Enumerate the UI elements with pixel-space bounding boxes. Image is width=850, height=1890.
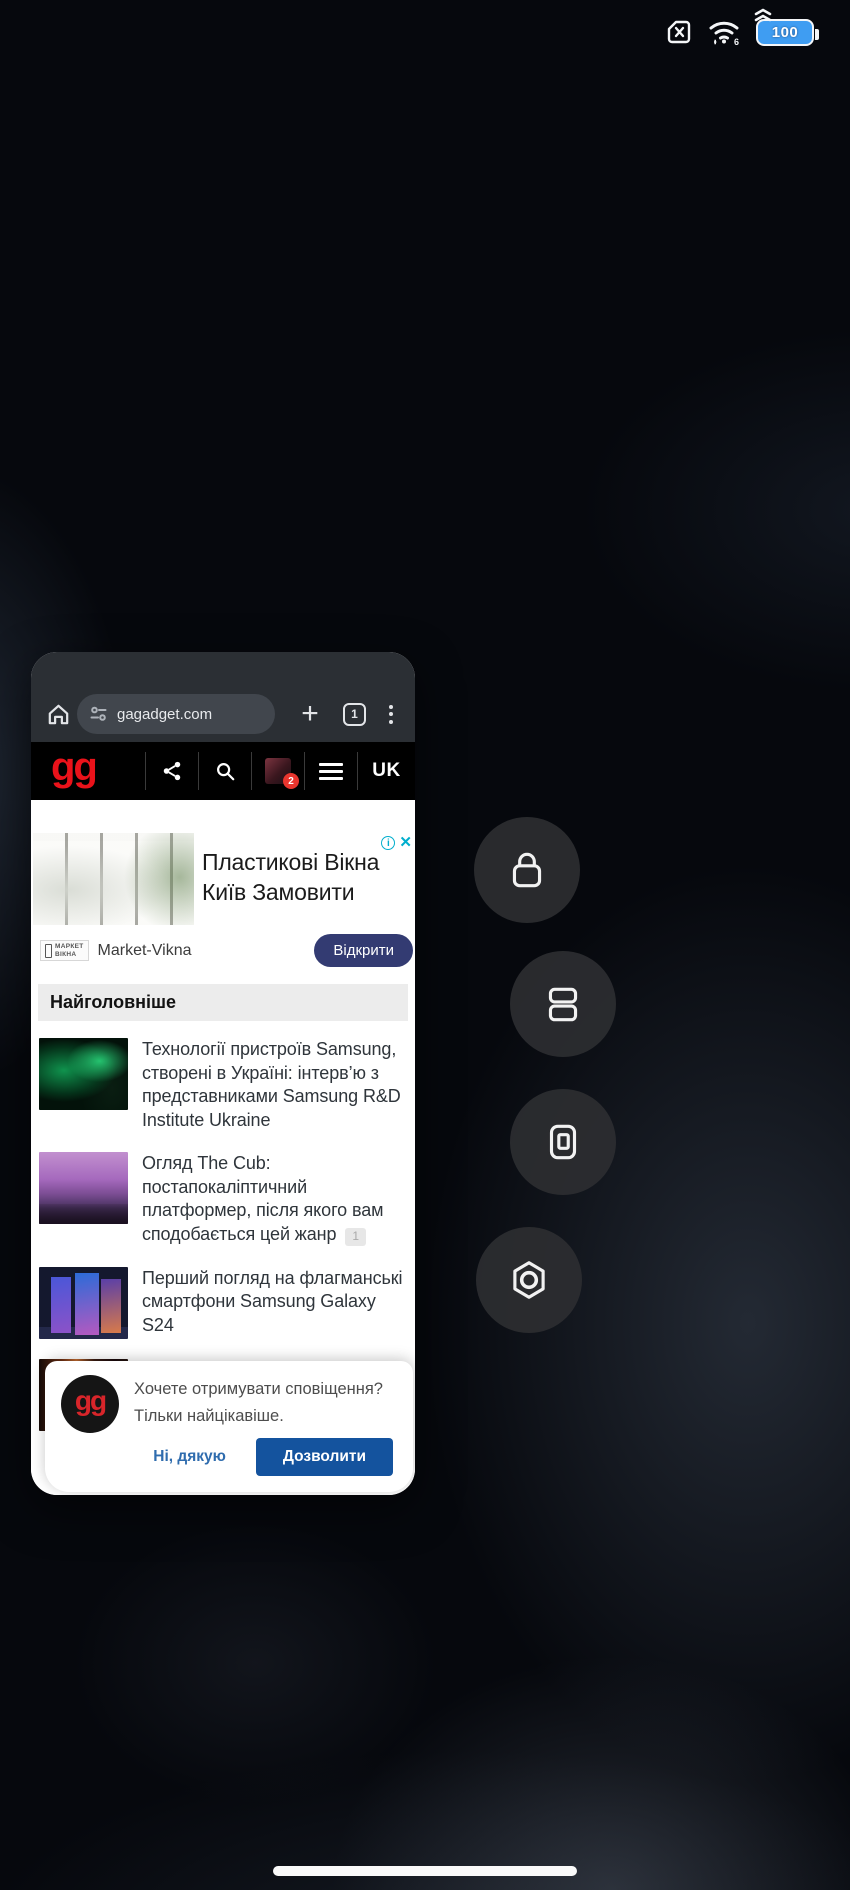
tune-icon: [89, 705, 108, 723]
notification-badge: 2: [283, 773, 299, 789]
url-text: gagadget.com: [117, 706, 212, 723]
article-title[interactable]: Перший погляд на флагманські смартфони S…: [142, 1268, 402, 1335]
battery-charging-icon: 100: [756, 19, 814, 46]
site-header: gg 2 UK: [31, 742, 415, 800]
ad-open-button[interactable]: Відкрити: [314, 934, 413, 967]
allow-button[interactable]: Дозволити: [256, 1438, 393, 1476]
ad-title[interactable]: Пластикові Вікна Київ Замовити: [194, 833, 379, 925]
battery-terminal: [815, 29, 819, 40]
avatar: 2: [265, 758, 291, 784]
settings-button[interactable]: [476, 1227, 582, 1333]
split-screen-icon: [540, 981, 586, 1027]
browser-toolbar: gagadget.com + 1: [31, 652, 415, 742]
split-screen-button[interactable]: [510, 951, 616, 1057]
floating-window-button[interactable]: [510, 1089, 616, 1195]
charging-chevrons-icon: [752, 7, 774, 23]
comment-count-badge: 1: [345, 1228, 366, 1246]
floating-browser-window[interactable]: gagadget.com + 1 gg: [31, 652, 415, 1495]
lock-icon: [504, 847, 550, 893]
advertiser-name: Market-Vikna: [98, 942, 192, 960]
floating-window-icon: [540, 1119, 586, 1165]
lock-button[interactable]: [474, 817, 580, 923]
profile-button[interactable]: 2: [251, 752, 304, 790]
ad-close-icon[interactable]: ✕: [399, 836, 412, 850]
article-item[interactable]: Технології пристроїв Samsung, створені в…: [31, 1033, 415, 1147]
kebab-menu-icon: [389, 705, 393, 709]
home-icon: [45, 701, 72, 728]
section-header: Найголовніше: [38, 984, 408, 1021]
address-bar[interactable]: gagadget.com: [77, 694, 275, 734]
share-button[interactable]: [145, 752, 198, 790]
search-icon: [214, 760, 236, 782]
ad-image[interactable]: [33, 833, 194, 925]
dialog-question: Хочете отримувати сповіщення?: [134, 1376, 383, 1403]
new-tab-button[interactable]: +: [293, 696, 327, 732]
advertiser-logo: МАРКЕТ ВІКНА: [40, 940, 89, 961]
decline-button[interactable]: Ні, дякую: [153, 1448, 226, 1466]
site-logo-circle: gg: [61, 1375, 119, 1433]
search-button[interactable]: [198, 752, 251, 790]
window-logo-icon: [45, 944, 52, 958]
hamburger-icon: [319, 763, 343, 780]
browser-menu-button[interactable]: [378, 705, 404, 724]
article-thumbnail: [39, 1038, 128, 1110]
ad-banner[interactable]: i ✕ Пластикові Вікна Київ Замовити МАРКЕ…: [31, 800, 415, 977]
settings-icon: [506, 1257, 552, 1303]
article-item[interactable]: Огляд The Cub: постапокаліптичний платфо…: [31, 1147, 415, 1261]
article-item[interactable]: Перший погляд на флагманські смартфони S…: [31, 1262, 415, 1354]
article-thumbnail: [39, 1267, 128, 1339]
language-switcher[interactable]: UK: [357, 752, 415, 790]
wifi-generation-label: 6: [734, 37, 739, 47]
status-bar: 6 100: [664, 16, 814, 48]
no-sim-icon: [664, 18, 694, 46]
share-icon: [161, 760, 183, 782]
article-title[interactable]: Технології пристроїв Samsung, створені в…: [142, 1039, 401, 1130]
tab-switcher-button[interactable]: 1: [343, 703, 366, 726]
notification-permission-dialog: gg Хочете отримувати сповіщення? Тільки …: [45, 1361, 413, 1492]
battery-level: 100: [772, 24, 799, 41]
menu-button[interactable]: [304, 752, 357, 790]
gesture-navigation-handle[interactable]: [273, 1866, 577, 1876]
adchoices-info-icon[interactable]: i: [381, 836, 395, 850]
wifi-icon: 6: [707, 17, 743, 47]
site-logo[interactable]: gg: [51, 744, 96, 790]
dialog-subtext: Тільки найцікавіше.: [134, 1403, 383, 1430]
tab-count: 1: [351, 707, 358, 721]
article-thumbnail: [39, 1152, 128, 1224]
home-button[interactable]: [43, 694, 73, 734]
